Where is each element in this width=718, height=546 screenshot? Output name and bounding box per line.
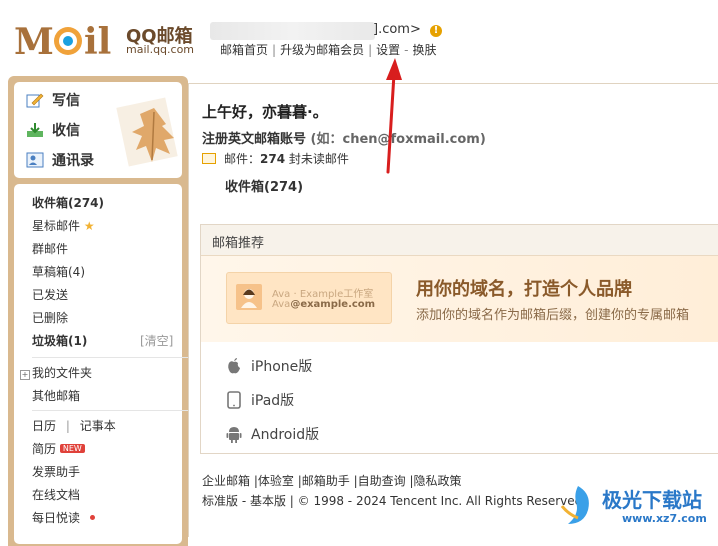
link-change-skin[interactable]: 换肤 bbox=[412, 43, 436, 57]
my-folders[interactable]: + 我的文件夹 bbox=[20, 364, 92, 381]
app-resume[interactable]: 简历 NEW bbox=[32, 440, 85, 457]
app-row-calendar: 日历 | 记事本 bbox=[32, 417, 116, 434]
app-daily-read[interactable]: 每日悦读 bbox=[32, 509, 95, 526]
register-english-account[interactable]: 注册英文邮箱账号 (如：chen@foxmail.com) bbox=[202, 128, 486, 147]
divider bbox=[32, 357, 190, 358]
app-calendar[interactable]: 日历 bbox=[32, 419, 56, 433]
ipad-link[interactable]: iPad版 bbox=[226, 390, 294, 410]
leaf-decoration-icon bbox=[116, 97, 178, 167]
receive-label: 收信 bbox=[52, 123, 80, 139]
person-avatar-icon bbox=[236, 284, 262, 310]
red-dot-icon bbox=[89, 515, 95, 520]
other-mailbox[interactable]: 其他邮箱 bbox=[32, 387, 80, 404]
logo-url: mail.qq.com bbox=[126, 43, 195, 56]
star-icon: ★ bbox=[83, 219, 95, 233]
footer-link-selfhelp[interactable]: 自助查询 bbox=[358, 474, 406, 488]
footer-copyright: 标准版 - 基本版 | © 1998 - 2024 Tencent Inc. A… bbox=[202, 494, 583, 508]
clear-spam-link[interactable]: [清空] bbox=[140, 332, 173, 349]
folder-drafts[interactable]: 草稿箱(4) bbox=[32, 263, 85, 280]
svg-text:M: M bbox=[14, 21, 54, 62]
my-folders-label: 我的文件夹 bbox=[32, 366, 93, 380]
tablet-icon bbox=[227, 391, 241, 409]
divider bbox=[32, 410, 190, 411]
annotation-arrow-icon bbox=[386, 58, 402, 174]
app-daily-read-label: 每日悦读 bbox=[32, 511, 81, 525]
contacts-button[interactable]: 通讯录 bbox=[26, 150, 94, 170]
folder-sent[interactable]: 已发送 bbox=[32, 286, 68, 303]
mail-prefix: 邮件： bbox=[224, 152, 261, 166]
footer-link-enterprise[interactable]: 企业邮箱 bbox=[202, 474, 250, 488]
apple-icon bbox=[228, 358, 240, 374]
promo-sample-user: Ava bbox=[272, 299, 291, 310]
compose-label: 写信 bbox=[52, 93, 80, 109]
watermark-text: 极光下载站 bbox=[602, 488, 702, 512]
separator: | bbox=[65, 419, 70, 433]
folder-inbox[interactable]: 收件箱(274) bbox=[32, 194, 104, 211]
folder-spam[interactable]: 垃圾箱(1) bbox=[32, 332, 87, 349]
link-upgrade-vip[interactable]: 升级为邮箱会员 bbox=[280, 43, 364, 57]
unread-count[interactable]: 274 bbox=[260, 152, 285, 166]
watermark-logo-icon bbox=[560, 486, 589, 524]
iphone-link[interactable]: iPhone版 bbox=[226, 356, 312, 376]
greeting: 上午好，亦暮暮·。 bbox=[202, 103, 328, 121]
inbox-download-icon bbox=[27, 123, 43, 137]
link-mail-home[interactable]: 邮箱首页 bbox=[220, 43, 268, 57]
new-badge: NEW bbox=[59, 444, 85, 453]
recommend-header bbox=[201, 225, 718, 256]
promo-sample-name: Ava · Example工作室 bbox=[272, 289, 374, 300]
app-notepad[interactable]: 记事本 bbox=[80, 419, 116, 433]
android-icon bbox=[226, 427, 242, 443]
folder-deleted[interactable]: 已删除 bbox=[32, 309, 68, 326]
app-online-docs[interactable]: 在线文档 bbox=[32, 486, 80, 503]
footer-link-privacy[interactable]: 隐私政策 bbox=[414, 474, 462, 488]
android-label: Android版 bbox=[251, 427, 320, 443]
promo-sample-domain: @example.com bbox=[290, 299, 376, 310]
logo-icon: M il bbox=[14, 21, 111, 62]
unread-summary: 邮件：274 封未读邮件 bbox=[202, 150, 349, 167]
footer-link-lab[interactable]: 体验室 bbox=[258, 474, 294, 488]
folder-starred[interactable]: 星标邮件 ★ bbox=[32, 217, 95, 234]
mail-envelope-icon bbox=[202, 153, 216, 164]
contacts-label: 通讯录 bbox=[52, 153, 94, 169]
folder-group[interactable]: 群邮件 bbox=[32, 240, 68, 257]
account-name-blurred bbox=[210, 22, 375, 40]
promo-headline: 用你的域名，打造个人品牌 bbox=[416, 279, 632, 300]
ipad-label: iPad版 bbox=[251, 393, 295, 409]
compose-panel: 写信 收信 通讯录 bbox=[14, 82, 182, 178]
compose-button[interactable]: 写信 bbox=[26, 90, 80, 110]
folder-panel: 收件箱(274) 星标邮件 ★ 群邮件 草稿箱(4) 已发送 已删除 垃圾箱(1… bbox=[14, 184, 190, 544]
warning-icon[interactable]: ! bbox=[430, 25, 442, 37]
iphone-label: iPhone版 bbox=[251, 359, 313, 375]
folder-starred-label: 星标邮件 bbox=[32, 219, 81, 233]
svg-text:il: il bbox=[84, 21, 111, 62]
footer-link-assistant[interactable]: 邮箱助手 bbox=[302, 474, 350, 488]
watermark-url: www.xz7.com bbox=[622, 512, 707, 525]
app-resume-label: 简历 bbox=[32, 442, 57, 456]
contacts-icon bbox=[26, 152, 44, 168]
unread-suffix: 封未读邮件 bbox=[288, 152, 349, 166]
footer-links: 企业邮箱 |体验室 |邮箱助手 |自助查询 |隐私政策 bbox=[202, 474, 462, 488]
register-label: 注册英文邮箱账号 bbox=[202, 132, 307, 147]
promo-subtext: 添加你的域名作为邮箱后缀，创建你的专属邮箱 bbox=[416, 308, 690, 323]
pencil-icon bbox=[26, 93, 44, 108]
receive-button[interactable]: 收信 bbox=[26, 120, 80, 140]
inbox-link[interactable]: 收件箱(274) bbox=[225, 176, 303, 195]
recommend-title: 邮箱推荐 bbox=[212, 236, 265, 251]
app-invoice[interactable]: 发票助手 bbox=[32, 463, 80, 480]
link-settings[interactable]: 设置 bbox=[376, 43, 400, 57]
account-email[interactable]: ].com> bbox=[373, 22, 421, 37]
promo-sample-email: Ava@example.com bbox=[272, 299, 375, 310]
expand-icon: + bbox=[20, 370, 30, 380]
android-link[interactable]: Android版 bbox=[226, 424, 319, 444]
